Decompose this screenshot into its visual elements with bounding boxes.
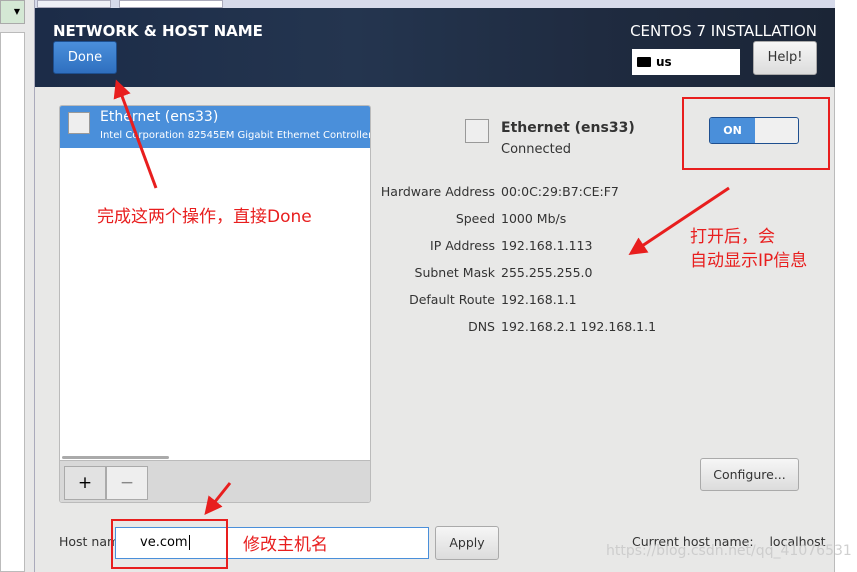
arrow-to-hostname — [204, 482, 232, 516]
arrow-to-details — [628, 186, 730, 255]
annotation-arrows — [113, 79, 730, 516]
arrow-to-done — [113, 79, 158, 189]
